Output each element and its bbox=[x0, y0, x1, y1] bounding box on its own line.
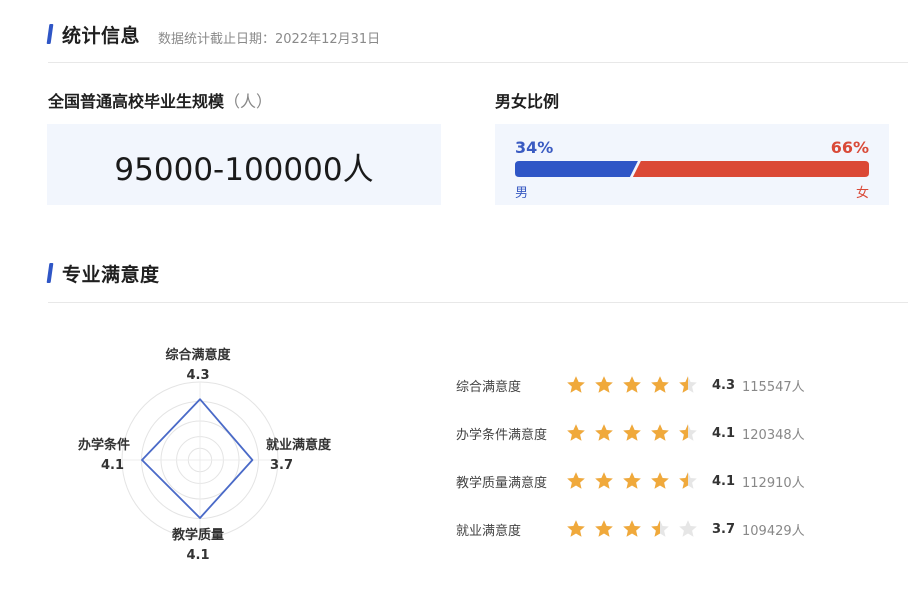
star-icon bbox=[679, 424, 697, 441]
star-rating bbox=[566, 375, 706, 395]
rating-row-overall: 综合满意度 4.3 115547人 bbox=[456, 373, 805, 397]
rating-count: 112910人 bbox=[742, 475, 805, 491]
rating-row-teaching: 教学质量满意度 4.1 112910人 bbox=[456, 469, 805, 493]
radar-axis-value: 4.1 bbox=[100, 458, 124, 473]
rating-count: 109429人 bbox=[742, 523, 805, 539]
star-icon bbox=[623, 520, 641, 537]
radar-axis-teaching: 教学质量 4.1 bbox=[148, 526, 248, 566]
star-icon bbox=[679, 472, 697, 489]
star-icon bbox=[567, 520, 585, 537]
satisfaction-title: 专业满意度 bbox=[62, 264, 160, 286]
star-icon bbox=[623, 376, 641, 393]
graduates-label-text: 全国普通高校毕业生规模 bbox=[48, 92, 225, 111]
graduates-card: 95000-100000人 bbox=[47, 124, 441, 205]
graduates-value: 95000-100000人 bbox=[114, 152, 374, 188]
rating-count: 115547人 bbox=[742, 379, 805, 395]
star-icon bbox=[679, 520, 697, 537]
female-bar-segment bbox=[632, 161, 869, 177]
star-icon bbox=[651, 376, 669, 393]
gender-ratio-card: 34% 66% 男 女 bbox=[495, 124, 889, 205]
radar-axis-value: 3.7 bbox=[270, 458, 294, 473]
rating-count: 120348人 bbox=[742, 427, 805, 443]
gender-ratio-bar bbox=[515, 161, 869, 177]
star-icon bbox=[623, 424, 641, 441]
radar-axis-name: 办学条件 bbox=[77, 438, 130, 453]
star-icon bbox=[567, 376, 585, 393]
radar-axis-name: 综合满意度 bbox=[165, 348, 231, 363]
section-title-accent bbox=[46, 263, 54, 283]
gender-ratio-label: 男女比例 bbox=[495, 92, 560, 111]
star-icon bbox=[595, 520, 613, 537]
rating-label: 就业满意度 bbox=[456, 523, 522, 539]
radar-axis-name: 教学质量 bbox=[171, 528, 224, 543]
radar-axis-value: 4.3 bbox=[186, 368, 210, 383]
star-rating bbox=[566, 471, 706, 491]
graduates-unit: （人） bbox=[224, 92, 273, 111]
star-icon bbox=[623, 472, 641, 489]
graduates-label: 全国普通高校毕业生规模（人） bbox=[48, 88, 272, 112]
radar-grid bbox=[121, 381, 279, 539]
radar-axis-facilities: 办学条件 4.1 bbox=[64, 436, 130, 476]
rating-row-employment: 就业满意度 3.7 109429人 bbox=[456, 517, 805, 541]
male-bar-segment bbox=[515, 161, 638, 177]
star-icon bbox=[651, 472, 669, 489]
star-icon bbox=[567, 424, 585, 441]
radar-axis-overall: 综合满意度 4.3 bbox=[148, 346, 248, 386]
radar-axis-employment: 就业满意度 3.7 bbox=[266, 436, 331, 476]
star-icon bbox=[595, 376, 613, 393]
star-icon bbox=[567, 472, 585, 489]
male-percent: 34% bbox=[515, 138, 554, 157]
rating-label: 办学条件满意度 bbox=[456, 427, 548, 443]
section-title-accent bbox=[46, 24, 54, 44]
star-icon bbox=[651, 520, 669, 537]
star-icon bbox=[651, 424, 669, 441]
star-icon bbox=[595, 424, 613, 441]
male-label: 男 bbox=[515, 186, 529, 201]
rating-label: 教学质量满意度 bbox=[456, 475, 548, 491]
female-label: 女 bbox=[855, 186, 869, 201]
statistics-title: 统计信息 bbox=[62, 25, 141, 47]
rating-label: 综合满意度 bbox=[456, 379, 522, 395]
divider bbox=[48, 62, 908, 63]
satisfaction-radar-chart bbox=[121, 381, 279, 539]
data-cutoff-date: 数据统计截止日期：2022年12月31日 bbox=[158, 32, 381, 47]
female-percent: 66% bbox=[830, 138, 869, 157]
star-rating bbox=[566, 423, 706, 443]
rating-score: 4.3 bbox=[712, 377, 736, 393]
star-rating bbox=[566, 519, 706, 539]
radar-axis-name: 就业满意度 bbox=[266, 438, 332, 453]
star-icon bbox=[679, 376, 697, 393]
rating-score: 4.1 bbox=[712, 473, 736, 489]
radar-axis-value: 4.1 bbox=[186, 548, 210, 563]
rating-score: 4.1 bbox=[712, 425, 736, 441]
divider bbox=[48, 302, 908, 303]
rating-score: 3.7 bbox=[712, 521, 736, 537]
star-icon bbox=[595, 472, 613, 489]
rating-row-facilities: 办学条件满意度 4.1 120348人 bbox=[456, 421, 805, 445]
